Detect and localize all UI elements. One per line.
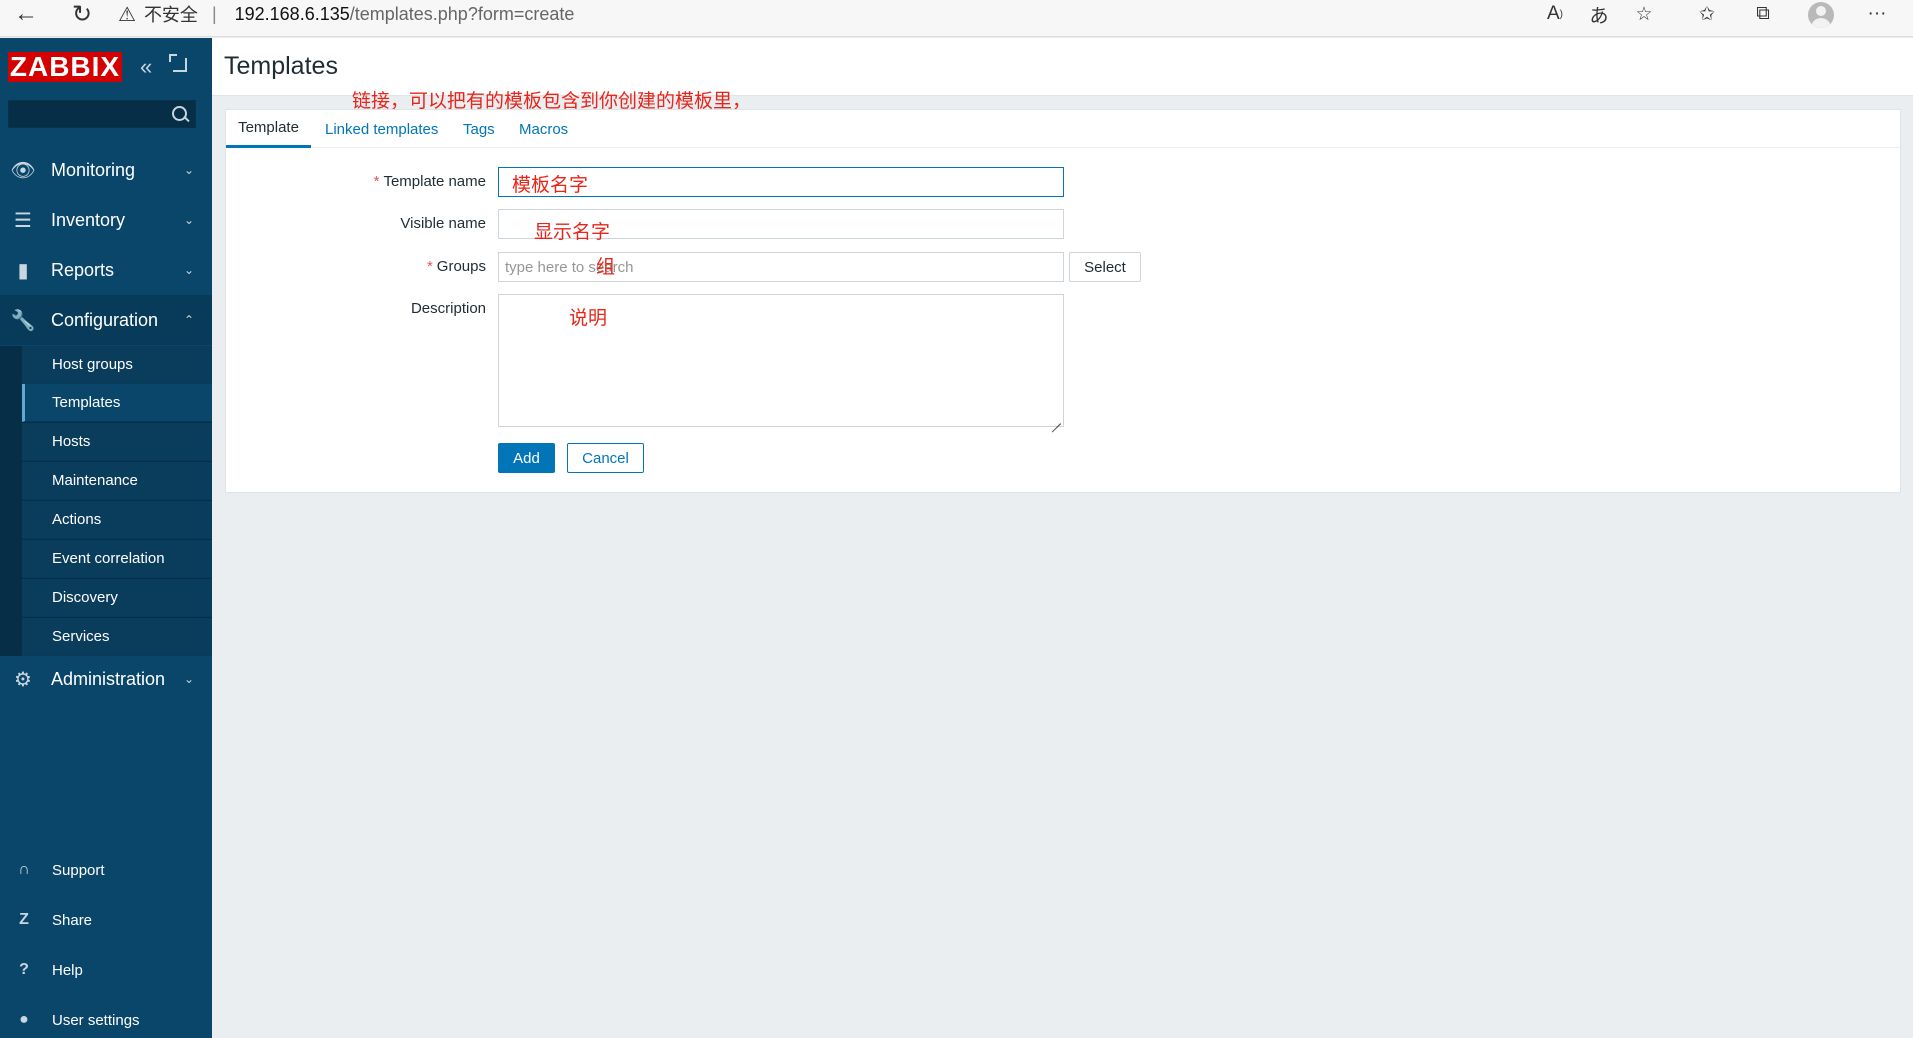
menu-monitoring[interactable]: 👁 Monitoring ⌄	[0, 145, 212, 195]
submenu-label: Actions	[52, 511, 102, 528]
annotation-template-name: 模板名字	[512, 174, 589, 196]
annotation-description: 说明	[569, 307, 608, 329]
tab-macros[interactable]: Macros	[519, 110, 568, 148]
collections-icon[interactable]: ⧉	[1746, 0, 1780, 28]
eye-icon: 👁	[10, 159, 36, 182]
security-label: 不安全	[143, 5, 198, 25]
submenu-maintenance[interactable]: Maintenance	[22, 462, 212, 500]
annotation-visible-name: 显示名字	[534, 221, 611, 243]
menu-label: Inventory	[51, 209, 126, 230]
annotation-groups: 组	[596, 256, 616, 278]
menu-reports[interactable]: ▮ Reports ⌄	[0, 245, 212, 295]
more-menu-icon[interactable]: ···	[1860, 0, 1894, 28]
submenu-event-correlation[interactable]: Event correlation	[22, 540, 212, 578]
submenu-templates[interactable]: Templates	[22, 384, 212, 422]
resize-grip-icon[interactable]	[1051, 414, 1061, 424]
tab-template[interactable]: Template	[226, 110, 311, 148]
label-text: Template name	[383, 173, 486, 190]
menu-label: Reports	[51, 259, 115, 280]
footer-user-settings[interactable]: ● User settings	[0, 1000, 212, 1038]
address-separator: |	[211, 3, 217, 24]
headset-icon: ∩	[18, 861, 30, 878]
back-arrow-icon[interactable]: ←	[6, 0, 46, 28]
read-aloud-icon[interactable]: A)	[1538, 0, 1572, 28]
required-mark: *	[426, 258, 433, 275]
footer-help[interactable]: ? Help	[0, 950, 212, 990]
url-host: 192.168.6.135	[234, 3, 350, 24]
chevron-down-icon: ⌄	[184, 263, 195, 277]
tab-tags[interactable]: Tags	[463, 110, 495, 148]
menu-label: Configuration	[51, 309, 159, 330]
submenu-services[interactable]: Services	[22, 618, 212, 656]
footer-label: User settings	[52, 1011, 140, 1029]
zabbix-logo[interactable]: ZABBIX	[8, 52, 122, 82]
user-icon: ●	[19, 1011, 29, 1028]
footer-support[interactable]: ∩ Support	[0, 850, 212, 890]
list-icon: ☰	[14, 209, 32, 232]
profile-avatar-icon[interactable]	[1808, 2, 1834, 28]
required-mark: *	[373, 173, 380, 190]
submenu-label: Event correlation	[52, 550, 165, 567]
chevron-down-icon: ⌄	[184, 213, 195, 227]
browser-toolbar: ← ↻ ⚠ 不安全 | 192.168.6.135/templates.php?…	[0, 0, 1913, 37]
reload-icon[interactable]: ↻	[62, 0, 102, 28]
tab-linked-templates[interactable]: Linked templates	[325, 110, 438, 148]
address-bar[interactable]: ⚠ 不安全 | 192.168.6.135/templates.php?form…	[118, 0, 574, 28]
groups-search-input[interactable]	[498, 252, 1064, 282]
menu-inventory[interactable]: ☰ Inventory ⌄	[0, 195, 212, 245]
submenu-actions[interactable]: Actions	[22, 501, 212, 539]
page-title: Templates	[224, 52, 338, 80]
add-favorite-icon[interactable]: ☆	[1627, 0, 1661, 28]
footer-label: Support	[52, 861, 105, 879]
gear-icon: ⚙	[14, 668, 32, 691]
help-icon: ?	[19, 961, 29, 978]
tab-bar: Template Linked templates Tags Macros	[226, 110, 1900, 148]
kiosk-mode-icon[interactable]	[169, 54, 187, 72]
menu-configuration[interactable]: 🔧 Configuration ⌃	[0, 295, 212, 345]
groups-select-button[interactable]: Select	[1069, 252, 1141, 282]
submenu-label: Hosts	[52, 433, 91, 450]
favorites-icon[interactable]: ✩	[1690, 0, 1724, 28]
warning-icon: ⚠	[118, 3, 136, 26]
menu-label: Administration	[51, 668, 166, 689]
submenu-hosts[interactable]: Hosts	[22, 423, 212, 461]
menu-administration[interactable]: ⚙ Administration ⌄	[0, 654, 212, 704]
submenu-label: Maintenance	[52, 472, 138, 489]
description-label: Description	[410, 300, 486, 317]
submenu-label: Services	[52, 628, 110, 645]
search-icon[interactable]	[170, 104, 190, 124]
sidebar-search-input[interactable]	[8, 100, 196, 128]
label-text: Groups	[436, 258, 486, 275]
footer-label: Share	[52, 911, 93, 929]
visible-name-label: Visible name	[400, 215, 486, 232]
submenu-label: Templates	[52, 394, 121, 411]
url-path: /templates.php?form=create	[349, 3, 575, 24]
menu-label: Monitoring	[51, 159, 136, 180]
sidebar: ZABBIX « 👁 Monitoring ⌄ ☰ Inventory ⌄ ▮ …	[0, 38, 212, 1038]
submenu-label: Discovery	[52, 589, 118, 606]
configuration-submenu: Host groups Templates Hosts Maintenance …	[0, 346, 212, 656]
submenu-discovery[interactable]: Discovery	[22, 579, 212, 617]
cancel-button[interactable]: Cancel	[567, 443, 644, 473]
submenu-label: Host groups	[52, 356, 133, 373]
wrench-icon: 🔧	[10, 309, 36, 332]
submenu-host-groups[interactable]: Host groups	[22, 346, 212, 384]
translate-icon[interactable]: あ	[1582, 0, 1616, 28]
bar-chart-icon: ▮	[17, 259, 29, 282]
add-button[interactable]: Add	[498, 443, 555, 473]
chevron-down-icon: ⌄	[184, 163, 195, 177]
template-name-label: * Template name	[286, 173, 486, 190]
template-form-panel: Template Linked templates Tags Macros * T…	[225, 109, 1901, 493]
collapse-sidebar-icon[interactable]: «	[140, 54, 152, 80]
chevron-down-icon: ⌄	[184, 672, 195, 686]
groups-label: * Groups	[286, 258, 486, 275]
share-z-icon: Z	[19, 911, 29, 928]
footer-share[interactable]: Z Share	[0, 900, 212, 940]
footer-label: Help	[52, 961, 83, 979]
chevron-up-icon: ⌃	[184, 313, 195, 327]
